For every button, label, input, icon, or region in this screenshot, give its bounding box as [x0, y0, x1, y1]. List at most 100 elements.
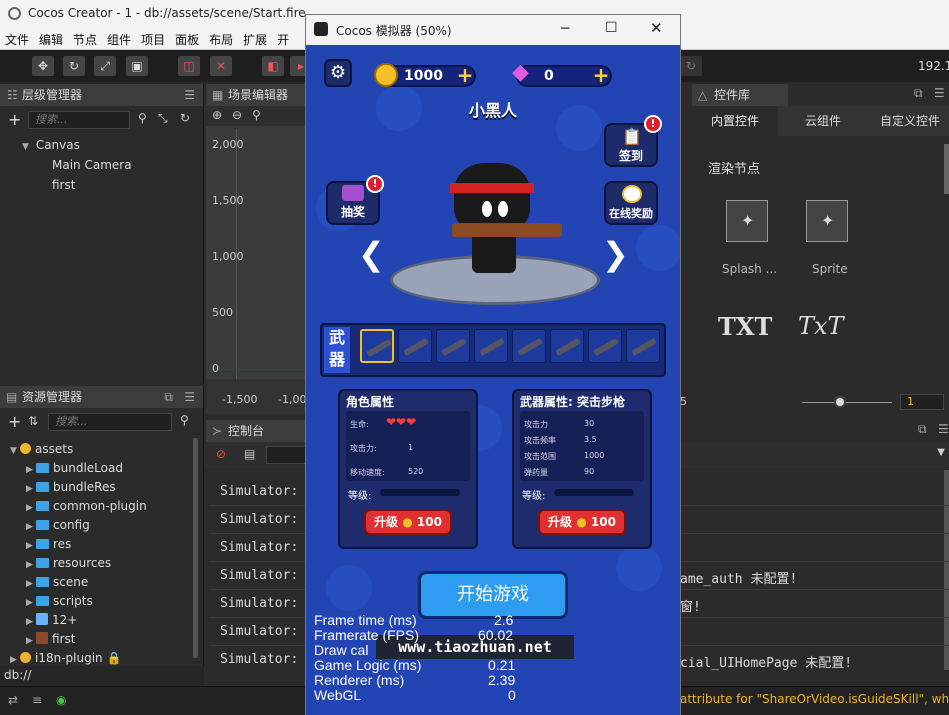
- sync-icon[interactable]: ⇄: [8, 693, 18, 707]
- weapon-slot[interactable]: [512, 329, 546, 363]
- next-hero-arrow-icon[interactable]: ❯: [602, 235, 629, 273]
- weapon-slot[interactable]: [436, 329, 470, 363]
- collapse-icon[interactable]: ▶: [26, 617, 36, 627]
- settings-gear-icon[interactable]: ⚙: [324, 59, 352, 87]
- tab-custom[interactable]: 自定义控件: [868, 106, 949, 136]
- popout-icon[interactable]: ⧉: [914, 86, 923, 101]
- menu-project[interactable]: 项目: [136, 28, 170, 48]
- menu-developer[interactable]: 开: [272, 28, 294, 48]
- console-scrollbar[interactable]: [944, 470, 949, 670]
- local-icon[interactable]: ✕: [210, 56, 232, 76]
- search-icon[interactable]: ⚲: [138, 111, 147, 125]
- popout-icon[interactable]: ⧉: [164, 386, 173, 408]
- label-widget[interactable]: TXT: [718, 312, 772, 341]
- signin-button[interactable]: 📋 签到 !: [604, 115, 662, 167]
- scale-tool-icon[interactable]: ⤢: [94, 56, 116, 76]
- collapse-icon[interactable]: ▶: [26, 484, 36, 494]
- popout-icon[interactable]: ⧉: [918, 422, 927, 437]
- add-gems-icon[interactable]: +: [590, 65, 612, 87]
- tab-builtin[interactable]: 内置控件: [692, 106, 778, 136]
- close-icon[interactable]: ✕: [650, 19, 663, 37]
- refresh-icon[interactable]: ↻: [680, 56, 702, 76]
- collapse-icon[interactable]: ▶: [26, 465, 36, 475]
- collapse-icon[interactable]: ▶: [26, 598, 36, 608]
- log-file-icon[interactable]: ▤: [244, 447, 255, 461]
- tree-folder[interactable]: ▶ i18n-plugin 🔒: [10, 651, 121, 665]
- panel-menu-icon[interactable]: ☰: [184, 386, 195, 408]
- upgrade-character-button[interactable]: 升级 ● 100: [364, 509, 452, 535]
- collapse-icon[interactable]: ▶: [26, 541, 36, 551]
- locate-icon[interactable]: ⤡: [158, 111, 168, 126]
- weapon-slot[interactable]: [588, 329, 622, 363]
- tree-folder[interactable]: ▶ config: [26, 518, 90, 532]
- size-input[interactable]: 1: [900, 394, 944, 410]
- add-coins-icon[interactable]: +: [454, 65, 476, 87]
- rect-tool-icon[interactable]: ▣: [126, 56, 148, 76]
- minimize-icon[interactable]: ─: [561, 21, 569, 37]
- dropdown-icon[interactable]: ▼: [937, 447, 945, 458]
- weapon-slot-selected[interactable]: [360, 329, 394, 363]
- start-game-button[interactable]: 开始游戏: [418, 571, 568, 619]
- search-icon[interactable]: ⚲: [180, 413, 189, 427]
- widgets-scrollbar[interactable]: [944, 144, 949, 194]
- size-slider[interactable]: [802, 402, 892, 403]
- zoom-out-icon[interactable]: ⊖: [232, 108, 242, 122]
- refresh-icon[interactable]: ↻: [180, 111, 190, 125]
- pivot-icon[interactable]: ◫: [178, 56, 200, 76]
- richtext-widget[interactable]: TxT: [798, 312, 844, 340]
- panel-menu-icon[interactable]: ☰: [938, 422, 949, 436]
- gizmo-icon[interactable]: ◧: [262, 56, 284, 76]
- expand-icon[interactable]: ▼: [10, 446, 20, 456]
- weapon-slot[interactable]: [626, 329, 660, 363]
- zoom-in-icon[interactable]: ⊕: [212, 108, 222, 122]
- tree-node-first[interactable]: first: [52, 178, 75, 192]
- lottery-button[interactable]: 抽奖 !: [326, 175, 384, 225]
- menu-panel[interactable]: 面板: [170, 28, 204, 48]
- prev-hero-arrow-icon[interactable]: ❮: [358, 235, 385, 273]
- splash-widget-icon[interactable]: ✦: [726, 200, 768, 242]
- panel-menu-icon[interactable]: ☰: [184, 84, 195, 106]
- tree-folder[interactable]: ▶ bundleLoad: [26, 461, 123, 475]
- tree-file[interactable]: ▶ first: [26, 632, 75, 646]
- weapon-slot[interactable]: [398, 329, 432, 363]
- tab-cloud[interactable]: 云组件: [780, 106, 866, 136]
- online-reward-button[interactable]: 在线奖励: [604, 181, 658, 225]
- menu-edit[interactable]: 编辑: [34, 28, 68, 48]
- menu-component[interactable]: 组件: [102, 28, 136, 48]
- assets-scrollbar[interactable]: [193, 438, 198, 658]
- panel-menu-icon[interactable]: ☰: [934, 86, 945, 100]
- collapse-icon[interactable]: ▶: [26, 503, 36, 513]
- collapse-icon[interactable]: ▶: [26, 636, 36, 646]
- add-node-icon[interactable]: +: [8, 110, 21, 129]
- database-icon[interactable]: ≡: [32, 693, 42, 707]
- upgrade-weapon-button[interactable]: 升级 ● 100: [538, 509, 626, 535]
- menu-layout[interactable]: 布局: [204, 28, 238, 48]
- zoom-reset-icon[interactable]: ⚲: [252, 108, 261, 122]
- tree-node-main-camera[interactable]: Main Camera: [52, 158, 132, 172]
- tree-folder[interactable]: ▶ scene: [26, 575, 88, 589]
- game-canvas[interactable]: ⚙ 1000 + ◆ 0 + 小黑人 📋 签到 ! 抽奖 ! 在线奖励 ❮ ❯ …: [306, 45, 680, 715]
- eye-icon[interactable]: ◉: [56, 693, 66, 707]
- add-asset-icon[interactable]: +: [8, 412, 21, 431]
- move-tool-icon[interactable]: ✥: [32, 56, 54, 76]
- tree-folder[interactable]: ▶ common-plugin: [26, 499, 147, 513]
- rotate-tool-icon[interactable]: ↻: [63, 56, 85, 76]
- tree-folder[interactable]: ▶ scripts: [26, 594, 93, 608]
- menu-node[interactable]: 节点: [68, 28, 102, 48]
- menu-extension[interactable]: 扩展: [238, 28, 272, 48]
- hierarchy-search-input[interactable]: 搜索...: [28, 111, 130, 129]
- sprite-widget-icon[interactable]: ✦: [806, 200, 848, 242]
- maximize-icon[interactable]: ☐: [605, 20, 618, 36]
- tree-folder[interactable]: ▶ resources: [26, 556, 111, 570]
- tree-folder-assets[interactable]: ▼ assets: [10, 442, 73, 456]
- weapon-slot[interactable]: [550, 329, 584, 363]
- assets-search-input[interactable]: 搜索...: [48, 413, 172, 431]
- collapse-icon[interactable]: ▶: [26, 579, 36, 589]
- menu-file[interactable]: 文件: [0, 28, 34, 48]
- slider-handle[interactable]: [834, 396, 846, 408]
- clear-icon[interactable]: ⊘: [216, 447, 226, 461]
- sort-icon[interactable]: ⇅: [28, 414, 38, 428]
- weapon-slot[interactable]: [474, 329, 508, 363]
- tree-file[interactable]: ▶ 12+: [26, 613, 77, 627]
- tree-folder[interactable]: ▶ res: [26, 537, 71, 551]
